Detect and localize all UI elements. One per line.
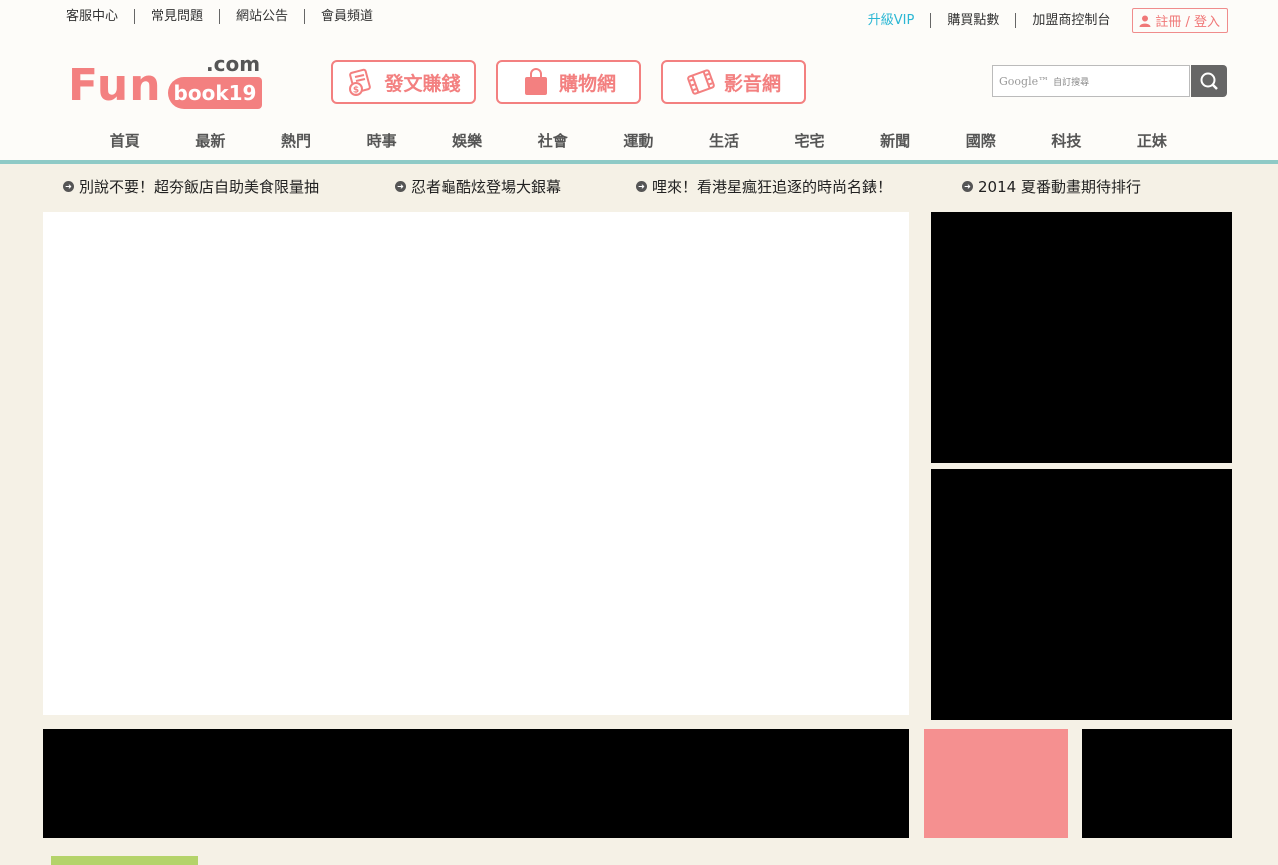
logo-book: book19 bbox=[168, 77, 262, 109]
buy-points-link[interactable]: 購買點數 bbox=[930, 13, 1015, 28]
search-icon bbox=[1200, 72, 1218, 90]
login-button[interactable]: 註冊 / 登入 bbox=[1132, 8, 1228, 33]
headline-ticker: ➜ 別說不要！超夯飯店自助美食限量抽 ➜ 忍者龜酷炫登場大銀幕 ➜ 哩來！看港星… bbox=[0, 176, 1278, 196]
login-label: 註冊 / 登入 bbox=[1155, 15, 1220, 30]
headline-text: 2014 夏番動畫期待排行 bbox=[978, 178, 1141, 196]
main-nav: 首頁 最新 熱門 時事 娛樂 社會 運動 生活 宅宅 新聞 國際 科技 正妹 bbox=[82, 130, 1195, 151]
sidebar-ad-top[interactable] bbox=[931, 212, 1232, 463]
shopping-button[interactable]: 購物網 bbox=[496, 60, 641, 104]
arrow-circle-icon: ➜ bbox=[63, 181, 74, 192]
account-links: 升級VIP 購買點數 加盟商控制台 註冊 / 登入 bbox=[852, 8, 1228, 33]
site-logo[interactable]: Fun .com book19 bbox=[66, 52, 266, 115]
arrow-circle-icon: ➜ bbox=[636, 181, 647, 192]
google-label: Google™ bbox=[999, 74, 1050, 88]
nav-entertainment[interactable]: 娛樂 bbox=[424, 130, 510, 151]
headline-text: 別說不要！超夯飯店自助美食限量抽 bbox=[79, 178, 320, 196]
nav-current-events[interactable]: 時事 bbox=[339, 130, 425, 151]
faq-link[interactable]: 常見問題 bbox=[134, 9, 219, 24]
nav-otaku[interactable]: 宅宅 bbox=[767, 130, 853, 151]
logo-fun: Fun bbox=[68, 60, 162, 111]
headline-item[interactable]: ➜ 忍者龜酷炫登場大銀幕 bbox=[395, 176, 561, 197]
user-icon bbox=[1139, 15, 1151, 27]
money-document-icon: $ bbox=[349, 68, 372, 96]
headline-item[interactable]: ➜ 2014 夏番動畫期待排行 bbox=[962, 176, 1141, 197]
customer-service-link[interactable]: 客服中心 bbox=[50, 9, 134, 24]
post-earn-label: 發文賺錢 bbox=[384, 72, 461, 95]
upgrade-vip-link[interactable]: 升級VIP bbox=[852, 13, 931, 28]
nav-society[interactable]: 社會 bbox=[510, 130, 596, 151]
site-search: Google™ 自訂搜尋 bbox=[992, 65, 1227, 97]
headline-text: 忍者龜酷炫登場大銀幕 bbox=[411, 178, 562, 196]
site-header: 客服中心 常見問題 網站公告 會員頻道 升級VIP 購買點數 加盟商控制台 註冊… bbox=[0, 0, 1278, 160]
nav-home[interactable]: 首頁 bbox=[82, 130, 168, 151]
partner-console-link[interactable]: 加盟商控制台 bbox=[1015, 13, 1126, 28]
nav-pretty-girls[interactable]: 正妹 bbox=[1109, 130, 1195, 151]
nav-sports[interactable]: 運動 bbox=[596, 130, 682, 151]
search-input[interactable]: Google™ 自訂搜尋 bbox=[992, 65, 1190, 97]
film-icon bbox=[687, 69, 715, 95]
sidebar-ad-bottom[interactable] bbox=[931, 469, 1232, 720]
video-button[interactable]: 影音網 bbox=[661, 60, 806, 104]
arrow-circle-icon: ➜ bbox=[962, 181, 973, 192]
arrow-circle-icon: ➜ bbox=[395, 181, 406, 192]
headline-text: 哩來！看港星瘋狂追逐的時尚名錶！ bbox=[652, 178, 893, 196]
main-content-area bbox=[43, 212, 909, 715]
promo-box-pink[interactable] bbox=[924, 729, 1068, 838]
nav-news[interactable]: 新聞 bbox=[852, 130, 938, 151]
video-label: 影音網 bbox=[723, 72, 781, 95]
banner-ad[interactable] bbox=[43, 729, 909, 838]
nav-technology[interactable]: 科技 bbox=[1024, 130, 1110, 151]
member-channel-link[interactable]: 會員頻道 bbox=[304, 9, 389, 24]
headline-item[interactable]: ➜ 哩來！看港星瘋狂追逐的時尚名錶！ bbox=[636, 176, 892, 197]
promo-box-black[interactable] bbox=[1082, 729, 1232, 838]
announcements-link[interactable]: 網站公告 bbox=[219, 9, 304, 24]
search-placeholder: 自訂搜尋 bbox=[1053, 77, 1090, 88]
search-button[interactable] bbox=[1191, 65, 1227, 97]
nav-latest[interactable]: 最新 bbox=[168, 130, 254, 151]
svg-text:$: $ bbox=[353, 86, 359, 96]
section-tab[interactable] bbox=[51, 856, 198, 865]
shopping-label: 購物網 bbox=[558, 72, 616, 95]
post-earn-button[interactable]: $ 發文賺錢 bbox=[331, 60, 476, 104]
top-links: 客服中心 常見問題 網站公告 會員頻道 bbox=[50, 9, 389, 24]
nav-popular[interactable]: 熱門 bbox=[253, 130, 339, 151]
header-divider bbox=[0, 160, 1278, 164]
shopping-bag-icon bbox=[524, 68, 547, 95]
nav-life[interactable]: 生活 bbox=[681, 130, 767, 151]
headline-item[interactable]: ➜ 別說不要！超夯飯店自助美食限量抽 bbox=[63, 176, 319, 197]
nav-international[interactable]: 國際 bbox=[938, 130, 1024, 151]
logo-dotcom: .com bbox=[206, 52, 261, 76]
